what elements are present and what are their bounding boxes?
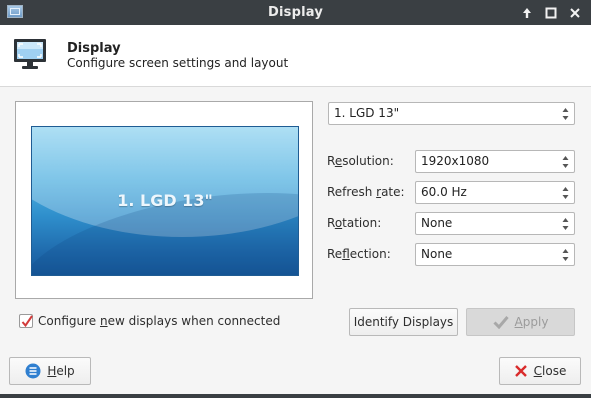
help-button[interactable]: Help	[9, 357, 91, 385]
monitor-preview-1[interactable]: 1. LGD 13"	[31, 126, 299, 276]
close-label: Close	[533, 364, 567, 378]
header-subtitle: Configure screen settings and layout	[67, 56, 289, 70]
rotation-select[interactable]: None	[415, 212, 575, 235]
identify-displays-button[interactable]: Identify Displays	[349, 308, 458, 336]
checkmark-icon	[21, 315, 33, 328]
display-settings-window: Display Display Configure screen setting…	[0, 0, 591, 398]
window-bottom-border	[0, 394, 591, 398]
spin-arrows-icon	[562, 107, 569, 124]
reflection-value: None	[421, 247, 453, 261]
maximize-icon[interactable]	[542, 4, 559, 21]
apply-button[interactable]: Apply	[466, 308, 575, 336]
display-layout-preview: 1. LGD 13"	[15, 101, 313, 299]
auto-configure-label[interactable]: Configure new displays when connected	[38, 313, 280, 329]
help-icon	[25, 363, 41, 379]
close-x-icon	[514, 364, 528, 378]
spin-arrows-icon	[562, 186, 569, 203]
resolution-select[interactable]: 1920x1080	[415, 150, 575, 173]
close-icon[interactable]	[566, 4, 583, 21]
up-arrow-icon[interactable]	[518, 4, 535, 21]
checkmark-icon	[492, 315, 509, 329]
help-label: Help	[47, 364, 75, 378]
auto-configure-checkbox[interactable]	[19, 314, 33, 328]
resolution-value: 1920x1080	[421, 154, 490, 168]
display-select-value: 1. LGD 13"	[334, 106, 400, 120]
reflection-select[interactable]: None	[415, 243, 575, 266]
monitor-label: 1. LGD 13"	[117, 191, 213, 210]
apply-label: Apply	[514, 315, 549, 329]
display-select[interactable]: 1. LGD 13"	[328, 102, 575, 125]
close-button[interactable]: Close	[499, 357, 581, 385]
rotation-value: None	[421, 216, 453, 230]
title-bar[interactable]: Display	[0, 0, 591, 25]
spin-arrows-icon	[562, 248, 569, 265]
spin-arrows-icon	[562, 155, 569, 172]
reflection-label: Reflection:	[327, 247, 391, 261]
rotation-label: Rotation:	[327, 216, 382, 230]
refresh-rate-select[interactable]: 60.0 Hz	[415, 181, 575, 204]
refresh-rate-label: Refresh rate:	[327, 185, 405, 199]
resolution-label: Resolution:	[327, 154, 394, 168]
identify-displays-label: Identify Displays	[353, 315, 454, 329]
spin-arrows-icon	[562, 217, 569, 234]
dialog-header: Display Configure screen settings and la…	[0, 25, 591, 87]
window-title: Display	[268, 5, 323, 20]
refresh-rate-value: 60.0 Hz	[421, 185, 467, 199]
header-title: Display	[67, 41, 121, 56]
display-monitor-icon	[13, 38, 49, 75]
